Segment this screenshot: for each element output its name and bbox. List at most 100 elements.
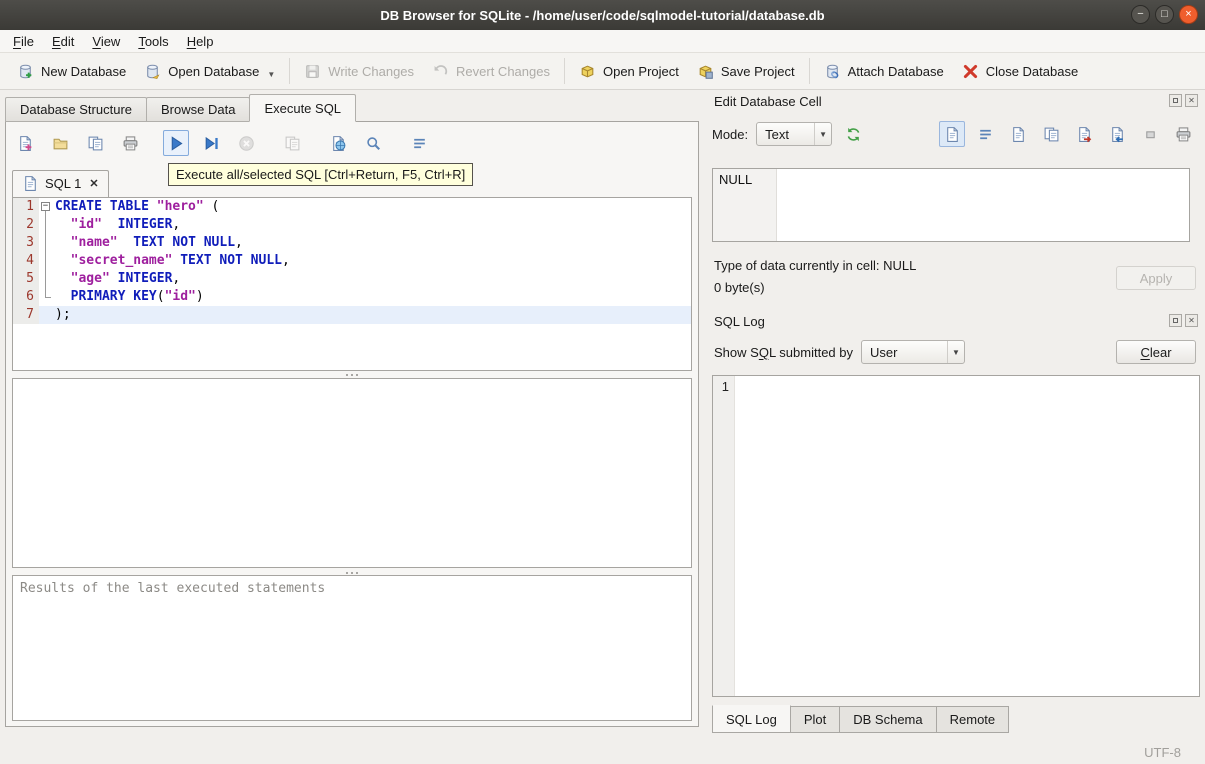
sql-log-view[interactable]: 1 [712, 375, 1200, 697]
undock-panel-icon[interactable] [1169, 314, 1182, 327]
print-cell-button[interactable] [1170, 121, 1196, 147]
new-database-button-label: New Database [41, 63, 127, 79]
import-cell-button[interactable] [1071, 121, 1097, 147]
window-controls: − □ × [1131, 5, 1198, 24]
menu-tools[interactable]: Tools [129, 31, 177, 52]
close-tab-icon[interactable]: ✕ [89, 177, 98, 190]
save-project-button[interactable]: Save Project [688, 57, 804, 86]
toolbar-separator [289, 58, 291, 84]
dock-tab-remote[interactable]: Remote [935, 706, 1010, 733]
closedb-icon [962, 63, 979, 80]
chevron-down-icon: ▼ [947, 341, 964, 363]
cell-size-info: 0 byte(s) [714, 280, 765, 295]
set-null-button[interactable] [1137, 121, 1163, 147]
splitter-handle[interactable] [12, 371, 692, 378]
new-database-button[interactable]: New Database [8, 57, 135, 86]
open-sql-file-button[interactable] [47, 130, 73, 156]
sql-log-filter-label: Show SQL submitted by [714, 344, 853, 360]
fold-gutter [39, 252, 55, 270]
minimize-window-icon[interactable]: − [1131, 5, 1150, 24]
dock-tab-db-schema[interactable]: DB Schema [839, 706, 937, 733]
apply-button[interactable]: Apply [1116, 266, 1196, 290]
save-project-button-label: Save Project [720, 63, 795, 79]
sql-log-panel-title: SQL Log [714, 314, 765, 329]
open-database-button[interactable]: Open Database ▼ [135, 57, 284, 86]
revert-changes-button[interactable]: Revert Changes [423, 57, 559, 86]
results-grid[interactable] [12, 378, 692, 568]
browse-table-button[interactable] [325, 130, 351, 156]
right-dock: Edit Database Cell ✕ Mode: Text ▼ NULL T… [704, 90, 1205, 740]
paste-cell-button[interactable] [1038, 121, 1064, 147]
write-changes-button[interactable]: Write Changes [295, 57, 423, 86]
maximize-window-icon[interactable]: □ [1155, 5, 1174, 24]
tab-browse-data[interactable]: Browse Data [146, 97, 251, 122]
fold-toggle-icon[interactable]: − [41, 202, 50, 211]
write-changes-button-label: Write Changes [328, 63, 415, 79]
chevron-down-icon: ▼ [814, 123, 831, 145]
open-database-button-label: Open Database [168, 63, 260, 79]
cell-word-wrap-button[interactable] [972, 121, 998, 147]
cell-mode-row: Mode: Text ▼ [712, 120, 1196, 148]
copy-cell-button[interactable] [1005, 121, 1031, 147]
save-results-button[interactable] [279, 130, 305, 156]
fold-gutter: − [39, 198, 55, 216]
code-line: 1− CREATE TABLE "hero" ( [13, 198, 691, 216]
revert-changes-button-label: Revert Changes [456, 63, 550, 79]
cell-editor[interactable]: NULL [712, 168, 1190, 242]
menu-view[interactable]: View [83, 31, 129, 52]
dock-tab-bar: SQL Log Plot DB Schema Remote [712, 705, 1010, 733]
opendb-icon [144, 63, 161, 80]
clear-log-button[interactable]: Clear [1116, 340, 1196, 364]
new-sql-tab-button[interactable] [12, 130, 38, 156]
menu-edit[interactable]: Edit [43, 31, 83, 52]
dropdown-arrow-icon: ▼ [267, 70, 276, 79]
main-tab-bar: Database Structure Browse Data Execute SQL [5, 94, 357, 122]
code-line: 6 PRIMARY KEY("id") [13, 288, 691, 306]
auto-format-button[interactable] [840, 121, 866, 147]
print-button[interactable] [117, 130, 143, 156]
line-number: 2 [13, 216, 39, 234]
mode-value: Text [765, 126, 789, 142]
close-panel-icon[interactable]: ✕ [1185, 314, 1198, 327]
line-number: 5 [13, 270, 39, 288]
title-bar: DB Browser for SQLite - /home/user/code/… [0, 0, 1205, 30]
close-panel-icon[interactable]: ✕ [1185, 94, 1198, 107]
mode-select[interactable]: Text ▼ [756, 122, 833, 146]
stop-button[interactable] [233, 130, 259, 156]
menu-help[interactable]: Help [178, 31, 223, 52]
mode-label: Mode: [712, 126, 749, 142]
close-window-icon[interactable]: × [1179, 5, 1198, 24]
attach-database-button[interactable]: Attach Database [815, 57, 953, 86]
cell-toolbar-left [840, 121, 866, 147]
line-number: 1 [13, 198, 39, 216]
fold-gutter [39, 288, 55, 306]
execute-line-button[interactable] [198, 130, 224, 156]
sql-editor[interactable]: 1− CREATE TABLE "hero" (2 "id" INTEGER, 3 … [12, 197, 692, 371]
fold-guide [45, 270, 46, 288]
execute-all-button[interactable] [163, 130, 189, 156]
sql-editor-tab[interactable]: SQL 1 ✕ [12, 170, 109, 197]
newdb-icon [17, 63, 34, 80]
attach-database-button-label: Attach Database [847, 63, 944, 79]
line-number: 3 [13, 234, 39, 252]
open-project-button[interactable]: Open Project [570, 57, 688, 86]
sql-log-filter-select[interactable]: User ▼ [861, 340, 965, 364]
results-message[interactable]: Results of the last executed statements [12, 575, 692, 721]
code-line: 7); [13, 306, 691, 324]
line-number: 6 [13, 288, 39, 306]
text-view-button[interactable] [939, 121, 965, 147]
dock-tab-plot[interactable]: Plot [789, 706, 841, 733]
export-cell-button[interactable] [1104, 121, 1130, 147]
code-text: "id" INTEGER, [70, 217, 181, 232]
tab-database-structure[interactable]: Database Structure [5, 97, 148, 122]
dock-tab-sql-log[interactable]: SQL Log [712, 705, 791, 733]
code-text: "age" INTEGER, [70, 271, 181, 286]
undock-panel-icon[interactable] [1169, 94, 1182, 107]
menu-file[interactable]: File [4, 31, 43, 52]
line-number: 7 [13, 306, 39, 324]
tab-execute-sql[interactable]: Execute SQL [249, 94, 357, 122]
save-sql-file-button[interactable] [82, 130, 108, 156]
find-replace-button[interactable] [360, 130, 386, 156]
close-database-button[interactable]: Close Database [953, 57, 1088, 86]
word-wrap-button[interactable] [406, 130, 432, 156]
